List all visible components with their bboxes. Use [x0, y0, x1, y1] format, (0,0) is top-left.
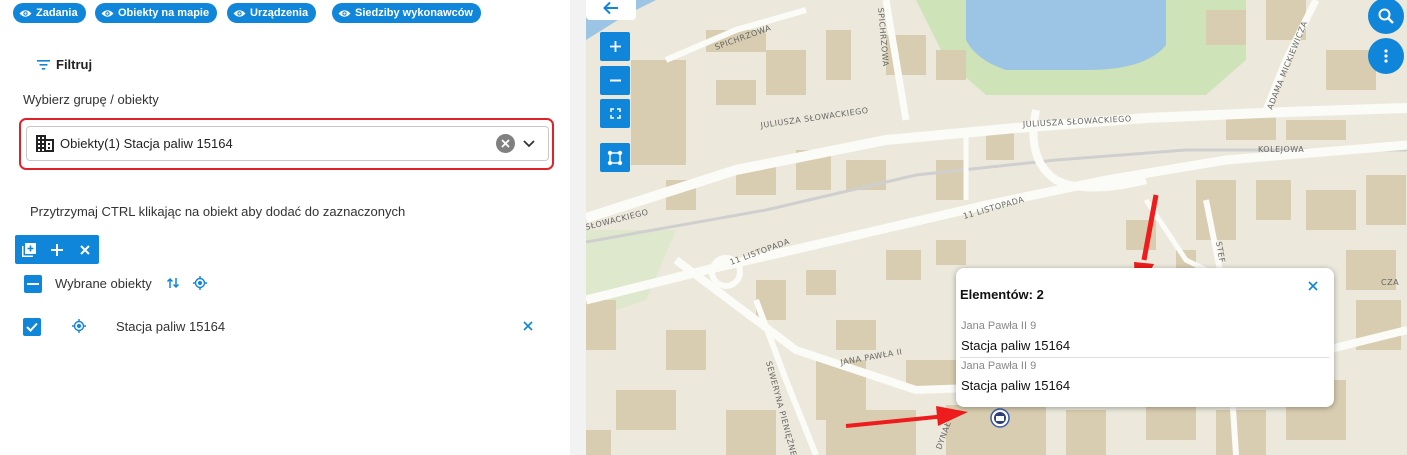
divider: [960, 357, 1329, 358]
panel-divider: [570, 0, 586, 455]
popup-item[interactable]: Jana Pawła II 9 Stacja paliw 15164: [961, 360, 1329, 393]
chip-label: Urządzenia: [250, 7, 309, 19]
locate-icon[interactable]: [72, 319, 86, 333]
list-item-label: Stacja paliw 15164: [116, 319, 226, 334]
zoom-in-button[interactable]: [600, 32, 630, 61]
check-icon: [26, 322, 38, 332]
popup-item-address: Jana Pawła II 9: [961, 360, 1037, 372]
left-panel: Zadania Obiekty na mapie Urządzenia Sied…: [0, 0, 586, 455]
map-view[interactable]: SPICHRZOWA SPICHRZOWA JULIUSZA SŁOWACKIE…: [586, 0, 1407, 455]
chip-obiekty-na-mapie[interactable]: Obiekty na mapie: [95, 3, 218, 23]
sort-icon[interactable]: [166, 276, 180, 290]
search-icon: [1378, 8, 1394, 24]
street-label: KOLEJOWA: [1258, 145, 1304, 154]
clear-selection-button[interactable]: [71, 235, 99, 264]
street-label: CZA: [1381, 278, 1399, 287]
selected-header: Wybrane obiekty: [55, 276, 152, 291]
remove-item-icon[interactable]: [523, 321, 533, 331]
zoom-out-button[interactable]: [600, 66, 630, 95]
filter-icon: [37, 59, 50, 70]
chip-label: Obiekty na mapie: [118, 7, 210, 19]
clear-icon[interactable]: [496, 134, 515, 153]
select-value: Obiekty(1) Stacja paliw 15164: [60, 136, 233, 151]
draw-polygon-button[interactable]: [600, 143, 630, 172]
close-icon[interactable]: [1308, 281, 1318, 291]
selection-toolbar: [15, 235, 99, 264]
building-icon: [36, 135, 54, 152]
fullscreen-button[interactable]: [600, 99, 630, 128]
chip-zadania[interactable]: Zadania: [13, 3, 86, 23]
group-select[interactable]: Obiekty(1) Stacja paliw 15164: [26, 126, 549, 161]
chip-label: Zadania: [36, 7, 78, 19]
filter-label: Filtruj: [56, 57, 93, 72]
filter-button[interactable]: Filtruj: [37, 57, 92, 72]
app: Zadania Obiekty na mapie Urządzenia Sied…: [0, 0, 1407, 455]
popup-item-name: Stacja paliw 15164: [961, 338, 1071, 353]
polygon-icon: [607, 150, 623, 165]
eye-icon: [101, 9, 114, 17]
minus-icon: [27, 283, 39, 285]
chip-label: Siedziby wykonawców: [355, 7, 473, 19]
ctrl-hint: Przytrzymaj CTRL klikając na obiekt aby …: [30, 204, 406, 219]
back-button[interactable]: [586, 0, 636, 20]
minus-icon: [609, 79, 621, 82]
eye-icon: [338, 9, 351, 17]
add-button[interactable]: [43, 235, 71, 264]
library-add-icon: [22, 242, 36, 257]
water-lake: [966, 0, 1166, 70]
map-popup: Elementów: 2 Jana Pawła II 9 Stacja pali…: [956, 268, 1334, 407]
add-layer-button[interactable]: [15, 235, 43, 264]
chevron-down-icon[interactable]: [522, 136, 536, 150]
more-button[interactable]: [1368, 38, 1404, 74]
close-icon: [80, 244, 90, 255]
eye-icon: [19, 9, 32, 17]
item-checkbox[interactable]: [23, 318, 41, 336]
plus-icon: [609, 41, 621, 52]
locate-icon[interactable]: [193, 276, 207, 290]
popup-item[interactable]: Jana Pawła II 9 Stacja paliw 15164: [961, 320, 1329, 353]
arrow-left-icon: [603, 1, 618, 15]
popup-title: Elementów: 2: [960, 287, 1044, 302]
chip-urzadzenia[interactable]: Urządzenia: [227, 3, 317, 23]
more-vert-icon: [1384, 49, 1388, 63]
popup-item-address: Jana Pawła II 9: [961, 320, 1037, 332]
map-marker-icon[interactable]: [990, 408, 1010, 428]
select-all-checkbox[interactable]: [24, 275, 42, 293]
eye-icon: [233, 9, 246, 17]
fullscreen-icon: [609, 108, 621, 119]
group-label: Wybierz grupę / obiekty: [23, 92, 159, 107]
plus-icon: [51, 243, 63, 256]
popup-item-name: Stacja paliw 15164: [961, 378, 1071, 393]
chip-siedziby-wykonawcow[interactable]: Siedziby wykonawców: [332, 3, 481, 23]
